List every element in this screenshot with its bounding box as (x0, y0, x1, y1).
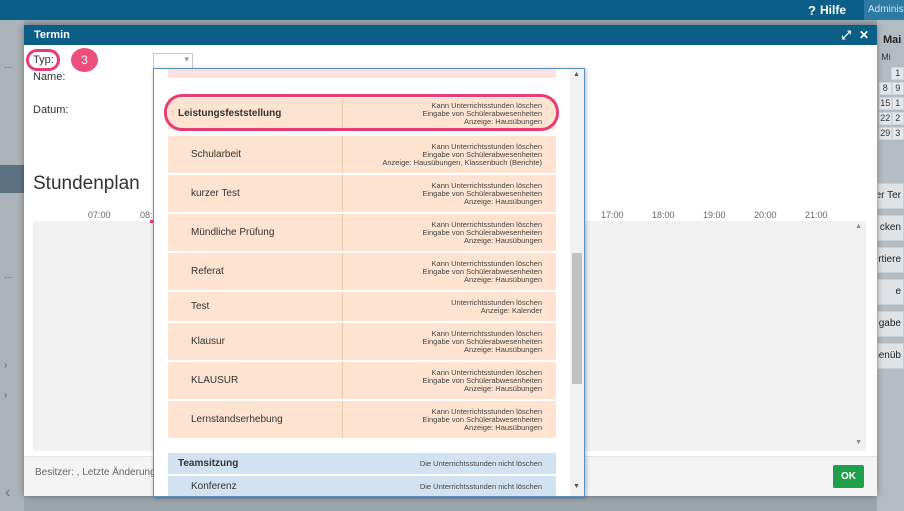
ok-button[interactable]: OK (833, 465, 864, 488)
sidebar-active-item[interactable] (0, 165, 24, 193)
typ-select[interactable] (153, 53, 193, 69)
scrollbar-thumb[interactable] (572, 253, 582, 384)
calendar-day[interactable]: 1 (891, 67, 904, 80)
calendar-day[interactable]: 3 (891, 127, 904, 140)
item-name: Referat (168, 253, 343, 290)
time-label: 21:00 (805, 210, 828, 220)
calendar-day[interactable]: 22 (879, 112, 892, 125)
dropdown-item-test[interactable]: Test Unterrichtsstunden löschen Anzeige: … (168, 292, 556, 321)
item-info: Kann Unterrichtsstunden löschen Eingabe v… (422, 328, 542, 354)
weekday-label: Mi (881, 52, 891, 62)
side-button[interactable]: cken (877, 215, 904, 241)
dropdown-item-referat[interactable]: Referat Kann Unterrichtsstunden löschen E… (168, 253, 556, 290)
calendar-day[interactable]: 15 (879, 97, 892, 110)
dropdown-item-kurzer-test[interactable]: kurzer Test Kann Unterrichtsstunden lösc… (168, 175, 556, 212)
item-name: Test (168, 292, 343, 321)
time-label: 17:00 (601, 210, 624, 220)
admin-menu[interactable]: Administ (864, 0, 904, 20)
item-name: Schularbeit (168, 136, 343, 173)
dropdown-item-teamsitzung[interactable]: Teamsitzung Die Unterrichtsstunden nicht… (168, 453, 556, 474)
help-label: Hilfe (819, 3, 846, 17)
calendar-day[interactable]: 1 (891, 97, 904, 110)
dropdown-scrollbar[interactable]: ▲ ▼ (570, 69, 584, 496)
item-info: Kann Unterrichtsstunden löschen Eingabe v… (422, 367, 542, 393)
sidebar-ellipsis: ... (4, 270, 13, 281)
item-info: Die Unterrichtsstunden nicht löschen (419, 458, 542, 468)
side-button[interactable]: portiere (877, 247, 904, 273)
time-label: 07:00 (88, 210, 111, 220)
chevron-left-icon[interactable]: ‹ (5, 484, 10, 502)
owner-info: Besitzer: , Letzte Änderung (35, 467, 156, 478)
mini-calendar-row: 22 2 (877, 112, 904, 125)
mini-calendar-title: Mai 2 (883, 34, 904, 46)
calendar-day[interactable]: 2 (891, 112, 904, 125)
item-name: kurzer Test (168, 175, 343, 212)
item-name: Lernstandserhebung (168, 401, 343, 438)
dropdown-item-muendliche-pruefung[interactable]: Mündliche Prüfung Kann Unterrichtsstunde… (168, 214, 556, 251)
mini-calendar-row: 1 (877, 67, 904, 80)
scroll-up-icon[interactable]: ▲ (855, 223, 862, 230)
item-info: Kann Unterrichtsstunden löschen Eingabe v… (382, 141, 542, 167)
calendar-day[interactable]: 8 (879, 82, 892, 95)
dialog-title: Termin (34, 29, 70, 41)
dropdown-item-konferenz[interactable]: Konferenz Die Unterrichtsstunden nicht l… (168, 476, 556, 496)
dropdown-item-klausur-upper[interactable]: KLAUSUR Kann Unterrichtsstunden löschen E… (168, 362, 556, 399)
item-name: KLAUSUR (168, 362, 343, 399)
typ-highlight-annotation (26, 49, 60, 71)
time-label: 18:00 (652, 210, 675, 220)
datum-label: Datum: (33, 104, 69, 116)
item-info: Kann Unterrichtsstunden löschen Eingabe v… (422, 180, 542, 206)
selection-highlight-annotation (164, 94, 559, 131)
item-info: Kann Unterrichtsstunden löschen Eingabe v… (422, 219, 542, 245)
time-label: 20:00 (754, 210, 777, 220)
mini-calendar-row: 15 1 (877, 97, 904, 110)
scroll-up-icon[interactable]: ▲ (573, 71, 580, 78)
item-info: Unterrichtsstunden löschen Anzeige: Kalen… (451, 297, 542, 315)
item-name: Teamsitzung (178, 458, 239, 469)
scroll-down-icon[interactable]: ▼ (573, 483, 580, 490)
mini-calendar-row: Mi (877, 52, 904, 65)
schedule-title: Stundenplan (33, 173, 140, 194)
side-button[interactable]: ser Ter (877, 183, 904, 209)
side-button[interactable]: chenüb (877, 343, 904, 369)
calendar-day[interactable]: 9 (891, 82, 904, 95)
item-name: Klausur (168, 323, 343, 360)
dropdown-item-klausur[interactable]: Klausur Kann Unterrichtsstunden löschen E… (168, 323, 556, 360)
mini-calendar: Mai 2 Mi 1 89 151 222 293 (877, 34, 904, 140)
sidebar-ellipsis: ... (4, 60, 13, 71)
sidebar-chevron-icon[interactable]: › (4, 360, 7, 371)
sidebar-chevron-icon[interactable]: › (4, 390, 7, 401)
mini-calendar-row: 89 (877, 82, 904, 95)
step-badge: 3 (71, 48, 98, 72)
time-label: 19:00 (703, 210, 726, 220)
item-name: Konferenz (191, 481, 237, 492)
calendar-day[interactable]: 29 (879, 127, 892, 140)
scroll-down-icon[interactable]: ▼ (855, 439, 862, 446)
item-name: Mündliche Prüfung (168, 214, 343, 251)
side-button[interactable]: e (877, 279, 904, 305)
item-info: Kann Unterrichtsstunden löschen Eingabe v… (422, 258, 542, 284)
item-info: Kann Unterrichtsstunden löschen Eingabe v… (422, 406, 542, 432)
dropdown-item-lernstandserhebung[interactable]: Lernstandserhebung Kann Unterrichtsstund… (168, 401, 556, 438)
typ-dropdown: Leistungsfeststellung Kann Unterrichtsst… (153, 68, 585, 497)
dialog-header: Termin ⤢ ✕ (24, 25, 877, 45)
dropdown-partial-item[interactable] (168, 69, 556, 78)
left-sidebar: ... ... › › (0, 20, 24, 511)
side-button[interactable]: gabe (877, 311, 904, 337)
close-icon[interactable]: ✕ (859, 25, 869, 45)
expand-icon[interactable]: ⤢ (841, 25, 851, 45)
mini-calendar-row: 29 3 (877, 127, 904, 140)
dropdown-item-schularbeit[interactable]: Schularbeit Kann Unterrichtsstunden lösc… (168, 136, 556, 173)
time-label: 08: (140, 210, 153, 220)
name-label: Name: (33, 71, 66, 83)
app-top-bar: ? Hilfe Administ (0, 0, 904, 20)
item-info: Die Unterrichtsstunden nicht löschen (419, 481, 542, 491)
help-link[interactable]: ? Hilfe (808, 0, 846, 20)
question-icon: ? (808, 2, 816, 18)
